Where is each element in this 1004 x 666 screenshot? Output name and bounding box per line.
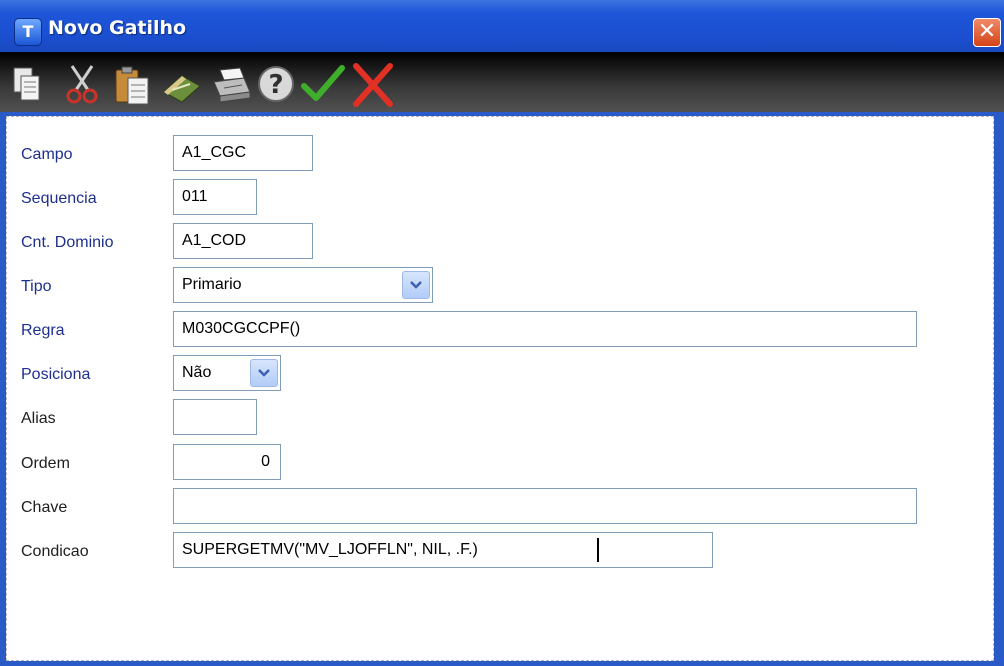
alias-input[interactable]	[173, 399, 257, 435]
form-panel: Campo A1_CGC Sequencia 011 Cnt. Dominio …	[6, 116, 994, 661]
help-icon[interactable]: ?	[256, 62, 296, 106]
text-cursor	[597, 538, 599, 562]
alias-label: Alias	[21, 410, 56, 427]
chevron-down-icon[interactable]	[250, 359, 278, 387]
sequencia-label: Sequencia	[21, 190, 97, 207]
campo-input[interactable]: A1_CGC	[173, 135, 313, 171]
tipo-label: Tipo	[21, 278, 52, 295]
cnt-dominio-input[interactable]: A1_COD	[173, 223, 313, 259]
condicao-label: Condicao	[21, 543, 89, 560]
cancel-x-icon[interactable]	[350, 62, 396, 107]
ordem-input[interactable]: 0	[173, 444, 281, 480]
copy-icon[interactable]	[10, 62, 44, 106]
svg-text:?: ?	[268, 70, 283, 100]
condicao-input[interactable]: SUPERGETMV("MV_LJOFFLN", NIL, .F.)	[173, 532, 713, 568]
chave-label: Chave	[21, 499, 68, 516]
posiciona-select-value: Não	[182, 364, 212, 381]
cnt-dominio-label: Cnt. Dominio	[21, 234, 114, 251]
regra-input[interactable]: M030CGCCPF()	[173, 311, 917, 347]
confirm-check-icon[interactable]	[300, 62, 346, 106]
paste-icon[interactable]	[112, 62, 152, 106]
posiciona-label: Posiciona	[21, 366, 91, 383]
toolbar: ?	[0, 52, 1004, 112]
eraser-icon[interactable]	[160, 62, 204, 106]
tipo-select-value: Primario	[182, 276, 242, 293]
ordem-label: Ordem	[21, 455, 70, 472]
tipo-select[interactable]: Primario	[173, 267, 433, 303]
chevron-down-icon[interactable]	[402, 271, 430, 299]
title-bar[interactable]: T Novo Gatilho ✕	[0, 0, 1004, 52]
close-button[interactable]: ✕	[973, 18, 1001, 47]
dialog-window: T Novo Gatilho ✕ ? Campo A1_CGC Sequenci…	[0, 0, 1004, 666]
regra-label: Regra	[21, 322, 65, 339]
print-icon[interactable]	[210, 62, 254, 106]
window-title: Novo Gatilho	[48, 17, 187, 39]
sequencia-input[interactable]: 011	[173, 179, 257, 215]
cut-icon[interactable]	[62, 62, 102, 106]
campo-label: Campo	[21, 146, 73, 163]
posiciona-select[interactable]: Não	[173, 355, 281, 391]
chave-input[interactable]	[173, 488, 917, 524]
app-icon: T	[14, 18, 42, 46]
